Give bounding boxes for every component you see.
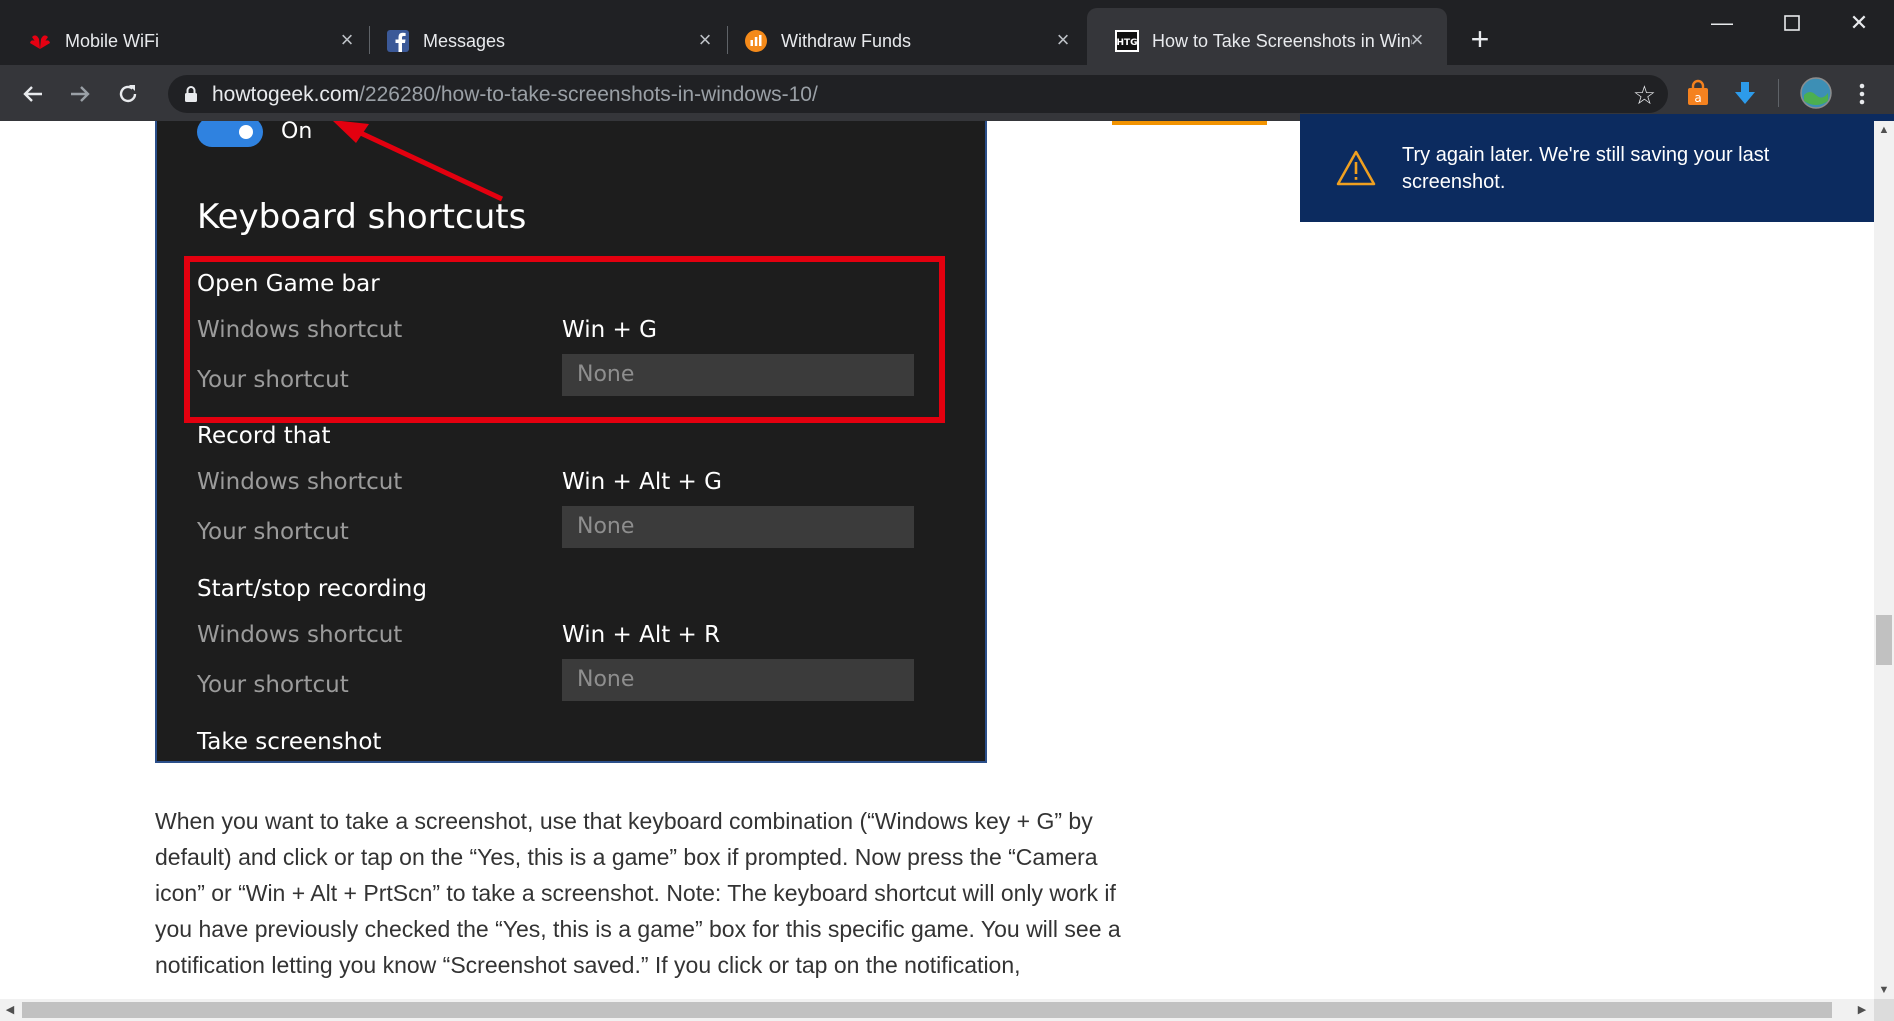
- profile-avatar-icon[interactable]: [1800, 77, 1832, 109]
- site-accent-bar: [1112, 121, 1267, 125]
- scroll-up-icon[interactable]: ▲: [1874, 121, 1894, 139]
- tab-mobile-wifi[interactable]: Mobile WiFi ×: [0, 8, 370, 65]
- bookmark-star-icon[interactable]: ☆: [1633, 80, 1656, 111]
- back-icon[interactable]: [16, 77, 50, 111]
- url-path: /226280/how-to-take-screenshots-in-windo…: [359, 83, 818, 106]
- shortcut-group-start-stop-recording: Start/stop recording Windows shortcut Wi…: [197, 576, 957, 726]
- article-screenshot: On Keyboard shortcuts Open Game bar Wind…: [155, 121, 987, 763]
- tab-strip: Mobile WiFi × Messages × Withdraw Funds …: [0, 0, 1894, 65]
- htg-icon: HTG: [1115, 30, 1139, 52]
- article-paragraph: When you want to take a screenshot, use …: [155, 808, 1121, 978]
- address-bar[interactable]: howtogeek.com/226280/how-to-take-screens…: [168, 75, 1668, 113]
- svg-text:HTG: HTG: [1116, 38, 1137, 48]
- warning-icon: [1336, 150, 1376, 186]
- facebook-icon: [387, 30, 409, 52]
- shortcut-group-record-that: Record that Windows shortcut Win + Alt +…: [197, 423, 957, 573]
- shopping-bag-extension-icon[interactable]: a: [1684, 79, 1712, 107]
- svg-text:a: a: [1694, 91, 1701, 105]
- your-shortcut-field: None: [562, 506, 914, 548]
- tab-withdraw-funds[interactable]: Withdraw Funds ×: [716, 8, 1086, 65]
- web-page: On Keyboard shortcuts Open Game bar Wind…: [0, 121, 1874, 999]
- tab-title: Withdraw Funds: [781, 31, 912, 51]
- toast-message: Try again later. We're still saving your…: [1402, 144, 1770, 193]
- new-tab-button[interactable]: +: [1462, 22, 1498, 58]
- close-tab-icon[interactable]: ×: [1051, 28, 1075, 52]
- scroll-right-icon[interactable]: ▶: [1852, 999, 1872, 1021]
- url-host: howtogeek.com: [212, 83, 360, 106]
- scroll-down-icon[interactable]: ▼: [1874, 981, 1894, 999]
- notification-toast[interactable]: Try again later. We're still saving your…: [1300, 114, 1894, 222]
- tab-title: Mobile WiFi: [65, 31, 160, 51]
- tab-title: How to Take Screenshots in Windows 10: [1152, 31, 1412, 51]
- orange-chart-icon: [745, 30, 767, 52]
- close-tab-icon[interactable]: ×: [1405, 28, 1429, 52]
- download-arrow-extension-icon[interactable]: [1731, 79, 1759, 107]
- tab-title: Messages: [423, 31, 506, 51]
- toolbar-divider: [1778, 79, 1779, 107]
- lock-icon: [185, 86, 197, 102]
- group-title: Start/stop recording: [197, 576, 427, 602]
- reload-icon[interactable]: [111, 77, 145, 111]
- vertical-scroll-thumb[interactable]: [1876, 615, 1892, 665]
- browser-toolbar: howtogeek.com/226280/how-to-take-screens…: [0, 65, 1894, 121]
- minimize-icon[interactable]: —: [1702, 10, 1742, 36]
- windows-shortcut-value: Win + Alt + G: [562, 469, 722, 495]
- tab-messages[interactable]: Messages ×: [358, 8, 728, 65]
- scrollbar-corner: [1874, 999, 1894, 1021]
- tab-how-to-geek[interactable]: HTG How to Take Screenshots in Windows 1…: [1087, 8, 1447, 65]
- highlight-box: [184, 256, 945, 423]
- huawei-icon: [30, 35, 50, 49]
- red-arrow-annotation: [333, 121, 504, 202]
- windows-shortcut-label: Windows shortcut: [197, 622, 403, 648]
- your-shortcut-label: Your shortcut: [197, 672, 349, 698]
- horizontal-scrollbar[interactable]: ◀ ▶: [0, 999, 1894, 1021]
- windows-shortcut-value: Win + Alt + R: [562, 622, 721, 648]
- forward-icon[interactable]: [63, 77, 97, 111]
- horizontal-scroll-thumb[interactable]: [22, 1002, 1832, 1018]
- windows-shortcut-label: Windows shortcut: [197, 469, 403, 495]
- your-shortcut-label: Your shortcut: [197, 519, 349, 545]
- scroll-left-icon[interactable]: ◀: [0, 999, 20, 1021]
- url-text: howtogeek.com/226280/how-to-take-screens…: [212, 83, 818, 107]
- vertical-scrollbar[interactable]: ▲ ▼: [1874, 121, 1894, 999]
- maximize-icon[interactable]: [1772, 10, 1812, 36]
- close-window-icon[interactable]: ✕: [1839, 10, 1879, 36]
- close-tab-icon[interactable]: ×: [335, 28, 359, 52]
- group-title: Record that: [197, 423, 331, 449]
- your-shortcut-field: None: [562, 659, 914, 701]
- take-screenshot-title: Take screenshot: [197, 729, 382, 755]
- menu-more-icon[interactable]: [1845, 77, 1879, 111]
- close-tab-icon[interactable]: ×: [693, 28, 717, 52]
